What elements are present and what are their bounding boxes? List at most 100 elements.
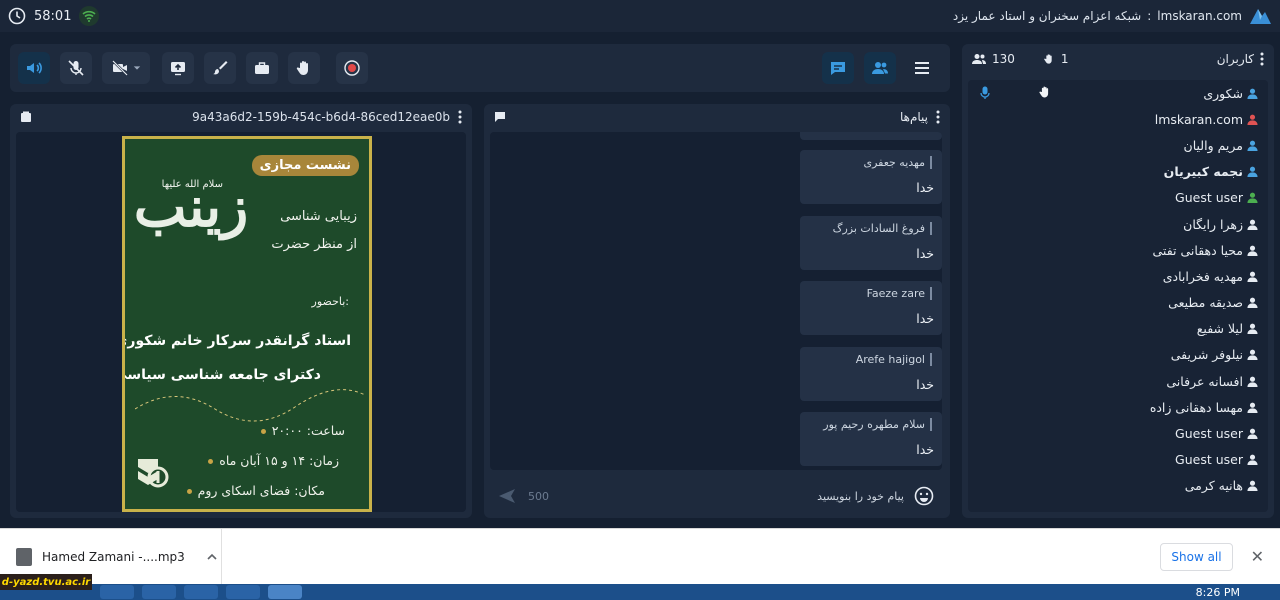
chat-messages[interactable]: مهدیه جعفری خدا فروغ السادات بزرگ خدا Faeze … [490, 132, 942, 470]
users-list: شکوری lmskaran.com مریم والیان نجمه کبیریان… [968, 80, 1268, 512]
chevron-down-icon[interactable] [133, 64, 141, 72]
chat-input-bar: 500 پیام خود را بنویسید [490, 480, 942, 512]
poster-line2: از منظر حضرت [271, 237, 357, 252]
message-fragment [800, 132, 942, 140]
user-row[interactable]: افسانه عرفانی [968, 368, 1268, 394]
user-name: لیلا شفیع [1196, 321, 1243, 337]
chat-icon [831, 62, 845, 75]
draw-button[interactable] [204, 52, 236, 84]
user-row[interactable]: لیلا شفیع [968, 316, 1268, 342]
users-panel: 130 1 کاربران شکوری lmskaran.com مریم والی… [962, 44, 1274, 518]
taskbar-app-chrome[interactable] [268, 585, 302, 599]
message-text: خدا [916, 245, 934, 261]
chat-message: فروغ السادات بزرگ خدا [800, 215, 942, 270]
user-row[interactable]: نیلوفر شریفی [968, 342, 1268, 368]
users-count-icon [972, 54, 986, 64]
microphone-off-icon [68, 60, 84, 76]
user-name: lmskaran.com [1154, 111, 1243, 127]
users-icon [872, 62, 888, 74]
chat-message: Arefe hajigol خدا [800, 346, 942, 401]
poster-place: مکان: فضای اسکای روم [186, 483, 325, 498]
message-text: خدا [916, 376, 934, 392]
user-name: صدیقه مطیعی [1168, 295, 1243, 311]
user-name: مهسا دهقانی زاده [1149, 399, 1243, 415]
poster-date: زمان: ۱۴ و ۱۵ آبان ماه [208, 453, 339, 468]
poster-badge: نشست مجازی [251, 155, 359, 176]
top-bar-left: 58:01 [8, 6, 100, 26]
download-file-name: Hamed Zamani -....mp3 [42, 549, 185, 564]
user-row[interactable]: محیا دهقانی تفتی [968, 237, 1268, 263]
taskbar-app[interactable] [100, 585, 134, 599]
user-name: Guest user [1175, 452, 1243, 468]
user-row[interactable]: Guest user [968, 185, 1268, 211]
message-sender: Arefe hajigol [856, 352, 932, 366]
connection-icon[interactable] [79, 6, 100, 26]
lms-logo-icon [1250, 9, 1271, 24]
chat-toggle-button[interactable] [822, 52, 854, 84]
user-row[interactable]: Guest user [968, 447, 1268, 473]
user-icon [1247, 481, 1258, 492]
menu-button[interactable] [906, 52, 938, 84]
camera-button[interactable] [102, 52, 150, 84]
user-row[interactable]: مریم والیان [968, 132, 1268, 158]
send-icon[interactable] [498, 488, 516, 504]
user-row[interactable]: مهسا دهقانی زاده [968, 394, 1268, 420]
top-bar: 58:01 شبکه اعزام سخنران و استاد عمار یزد… [0, 0, 1280, 32]
user-name: Guest user [1175, 190, 1243, 206]
hand-count: 1 [1060, 52, 1069, 66]
chevron-up-icon[interactable] [207, 552, 217, 562]
event-poster: نشست مجازی زینب سلام الله علیها زیبایی ش… [122, 136, 372, 512]
brush-icon [213, 61, 228, 75]
chat-message: Faeze zare خدا [800, 281, 942, 335]
taskbar-app[interactable] [142, 585, 176, 599]
user-name: مریم والیان [1183, 137, 1243, 153]
presentation-canvas[interactable]: نشست مجازی زینب سلام الله علیها زیبایی ش… [16, 132, 466, 512]
user-name: زهرا رایگان [1183, 216, 1243, 232]
panel-menu-icon[interactable] [458, 110, 462, 124]
files-button[interactable] [246, 52, 278, 84]
users-panel-title: کاربران [1216, 52, 1254, 66]
user-count: 130 [992, 52, 1015, 66]
user-row[interactable]: صدیقه مطیعی [968, 290, 1268, 316]
message-sender: Faeze zare [867, 287, 932, 300]
emoji-icon[interactable] [914, 486, 934, 506]
user-name: شکوری [1203, 85, 1243, 101]
taskbar-app[interactable] [184, 585, 218, 599]
media-toolbar [10, 44, 950, 92]
user-row[interactable]: مهدیه فخرابادی [968, 263, 1268, 289]
chat-panel-icon [495, 112, 505, 122]
presentation-icon [21, 111, 31, 122]
user-row[interactable]: شکوری [968, 80, 1268, 106]
user-row[interactable]: Guest user [968, 420, 1268, 446]
user-icon [1247, 428, 1258, 440]
taskbar-app[interactable] [226, 585, 260, 599]
message-input[interactable]: پیام خود را بنویسید [817, 490, 904, 503]
user-icon [1247, 166, 1258, 178]
user-row[interactable]: نجمه کبیریان [968, 159, 1268, 185]
poster-time: ساعت: ۲۰:۰۰ [260, 423, 345, 438]
panel-menu-icon[interactable] [936, 110, 940, 124]
hand-icon [1039, 86, 1049, 98]
raise-hand-button[interactable] [288, 52, 320, 84]
user-row[interactable]: زهرا رایگان [968, 211, 1268, 237]
panel-menu-icon[interactable] [1260, 52, 1264, 66]
speaker-button[interactable] [18, 52, 50, 84]
hand-icon [296, 61, 308, 75]
user-row[interactable]: lmskaran.com [968, 106, 1268, 132]
poster-with: باحضور: [311, 295, 349, 308]
speaker-icon [27, 62, 42, 74]
poster-speaker: استاد گرانقدر سرکار خانم شکوری [125, 333, 362, 350]
show-all-button[interactable]: Show all [1160, 542, 1233, 571]
close-icon[interactable]: ✕ [1251, 547, 1264, 566]
record-button[interactable] [336, 52, 368, 84]
user-row[interactable]: هانیه کرمی [968, 473, 1268, 499]
raised-hands-icon [1044, 54, 1052, 64]
session-timer: 58:01 [34, 8, 72, 24]
users-toggle-button[interactable] [864, 52, 896, 84]
audio-file-icon [16, 547, 32, 566]
site-subtitle: شبکه اعزام سخنران و استاد عمار یزد [952, 9, 1142, 23]
user-name: هانیه کرمی [1184, 478, 1243, 494]
share-screen-button[interactable] [162, 52, 194, 84]
chat-title: پیام‌ها [899, 110, 928, 124]
microphone-button[interactable] [60, 52, 92, 84]
